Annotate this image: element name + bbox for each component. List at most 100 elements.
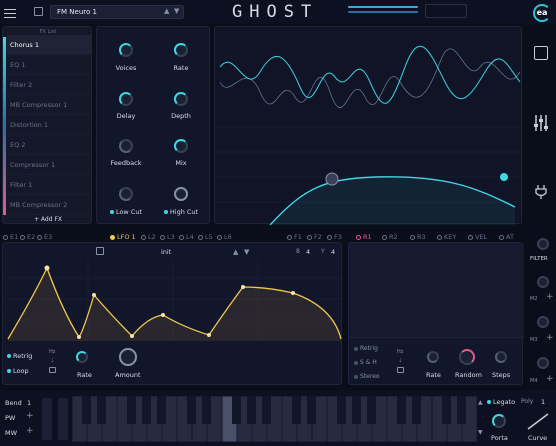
fx-item-filter-1[interactable]: Filter 1	[7, 175, 91, 195]
lfo-rate-knob[interactable]	[76, 351, 88, 363]
lfo-save-icon[interactable]	[96, 247, 104, 255]
high-cut-enable-dot[interactable]	[163, 210, 168, 214]
tab-l4[interactable]: L4	[179, 233, 194, 241]
octave-up-icon[interactable]: ▲	[478, 398, 486, 406]
app-logo: GHOST	[232, 2, 319, 22]
save-icon[interactable]	[34, 7, 43, 16]
shape-prev-icon[interactable]: ▲	[233, 248, 238, 256]
lfo-hz-label[interactable]: Hz	[49, 349, 55, 355]
keyboard[interactable]	[71, 395, 480, 443]
plug-icon[interactable]	[535, 184, 547, 200]
grid-y-label: Y	[321, 248, 325, 255]
random-rate-knob[interactable]	[427, 351, 439, 363]
lfo-shape-name[interactable]: init	[161, 248, 171, 256]
m4-macro-knob[interactable]	[537, 357, 549, 369]
fx-item-compressor-1[interactable]: Compressor 1	[7, 155, 91, 175]
low-cut-enable-dot[interactable]	[109, 210, 114, 214]
fx-item-filter-2[interactable]: Filter 2	[7, 75, 91, 95]
tab-r1[interactable]: R1	[356, 233, 372, 241]
tab-l6[interactable]: L6	[217, 233, 232, 241]
random-retrig-toggle[interactable]: Retrig	[354, 345, 378, 352]
grid-x-value[interactable]: 4	[306, 248, 310, 256]
octave-down-icon[interactable]: ▼	[478, 428, 486, 436]
random-sync-icon[interactable]	[397, 367, 404, 373]
voices-knob[interactable]	[119, 43, 133, 57]
random-amount-knob[interactable]	[459, 349, 475, 365]
filter-macro-knob[interactable]	[537, 238, 549, 250]
grid-y-value[interactable]: 4	[331, 248, 335, 256]
lfo-retrig-toggle[interactable]: Retrig	[7, 352, 32, 360]
curve-display[interactable]	[527, 412, 549, 430]
lfo-loop-toggle[interactable]: Loop	[7, 367, 29, 375]
bend-value[interactable]: 1	[27, 399, 31, 407]
high-cut-knob[interactable]	[174, 187, 188, 201]
fx-item-mb-compressor-1[interactable]: MB Compressor 1	[7, 95, 91, 115]
delay-label: Delay	[116, 112, 136, 120]
tab-key[interactable]: KEY	[437, 233, 456, 241]
mix-knob[interactable]	[174, 139, 188, 153]
lfo-amount-label: Amount	[115, 371, 141, 379]
sync-icon[interactable]	[49, 367, 56, 373]
fx-item-eq-2[interactable]: EQ 2	[7, 135, 91, 155]
lfo-shape-editor[interactable]	[3, 257, 343, 341]
mw-add-icon[interactable]: +	[26, 426, 34, 436]
m2-add-icon[interactable]: +	[546, 292, 554, 302]
add-fx-button[interactable]: + Add FX	[3, 216, 93, 223]
delay-knob[interactable]	[119, 92, 133, 106]
m2-macro-knob[interactable]	[537, 276, 549, 288]
rate-knob[interactable]	[174, 43, 188, 57]
tab-at[interactable]: AT	[499, 233, 514, 241]
lfo-point	[291, 291, 295, 295]
tab-e3[interactable]: E3	[37, 233, 52, 241]
tab-f1[interactable]: F1	[287, 233, 302, 241]
note-icon[interactable]: ♩	[51, 357, 54, 364]
legato-toggle[interactable]: Legato	[487, 398, 515, 406]
tab-r2[interactable]: R2	[382, 233, 398, 241]
top-bar: FM Neuro 1 ▲ ▼ GHOST ea	[0, 0, 556, 24]
fx-item-mb-compressor-2[interactable]: MB Compressor 2	[7, 195, 91, 215]
tab-f3[interactable]: F3	[327, 233, 342, 241]
preset-prev-icon[interactable]: ▲	[164, 7, 169, 15]
low-cut-knob[interactable]	[119, 187, 133, 201]
feedback-knob[interactable]	[119, 139, 133, 153]
tab-l5[interactable]: L5	[198, 233, 213, 241]
tab-r3[interactable]: R3	[410, 233, 426, 241]
tab-e1[interactable]: E1	[3, 233, 18, 241]
fx-item-eq-1[interactable]: EQ 1	[7, 55, 91, 75]
lfo-point	[44, 265, 50, 271]
depth-knob[interactable]	[174, 92, 188, 106]
tab-lfo1[interactable]: LFO 1	[110, 233, 136, 241]
m3-macro-knob[interactable]	[537, 316, 549, 328]
shape-next-icon[interactable]: ▼	[244, 248, 249, 256]
output-meter-right	[348, 11, 418, 13]
preset-next-icon[interactable]: ▼	[174, 7, 179, 15]
m4-add-icon[interactable]: +	[546, 374, 554, 384]
mixer-icon[interactable]	[533, 114, 549, 132]
poly-value[interactable]: 1	[541, 398, 545, 406]
random-sh-toggle[interactable]: S & H	[354, 359, 377, 366]
fx-item-distortion-1[interactable]: Distortion 1	[7, 115, 91, 135]
pw-add-icon[interactable]: +	[26, 411, 34, 421]
lfo-point	[77, 335, 81, 339]
tab-l2[interactable]: L2	[141, 233, 156, 241]
tab-l3[interactable]: L3	[160, 233, 175, 241]
random-note-icon[interactable]: ♩	[399, 357, 402, 364]
random-steps-knob[interactable]	[495, 351, 507, 363]
lfo-amount-knob[interactable]	[119, 348, 137, 366]
tab-vel[interactable]: VEL	[468, 233, 487, 241]
tab-f2[interactable]: F2	[307, 233, 322, 241]
m3-add-icon[interactable]: +	[546, 333, 554, 343]
bend-label: Bend	[5, 399, 22, 407]
fx-item-chorus-1[interactable]: Chorus 1	[7, 35, 91, 55]
mod-wheel[interactable]	[58, 398, 68, 440]
filter-macro-label: FILTER	[530, 256, 548, 262]
random-stereo-toggle[interactable]: Stereo	[354, 373, 380, 380]
pitch-wheel[interactable]	[42, 398, 52, 440]
menu-icon[interactable]	[4, 6, 16, 21]
random-hz-label[interactable]: Hz	[397, 349, 403, 355]
grid-view-icon[interactable]	[534, 46, 548, 60]
curve-label: Curve	[528, 434, 548, 442]
master-volume[interactable]	[425, 4, 467, 18]
porta-knob[interactable]	[492, 414, 506, 428]
tab-e2[interactable]: E2	[20, 233, 35, 241]
